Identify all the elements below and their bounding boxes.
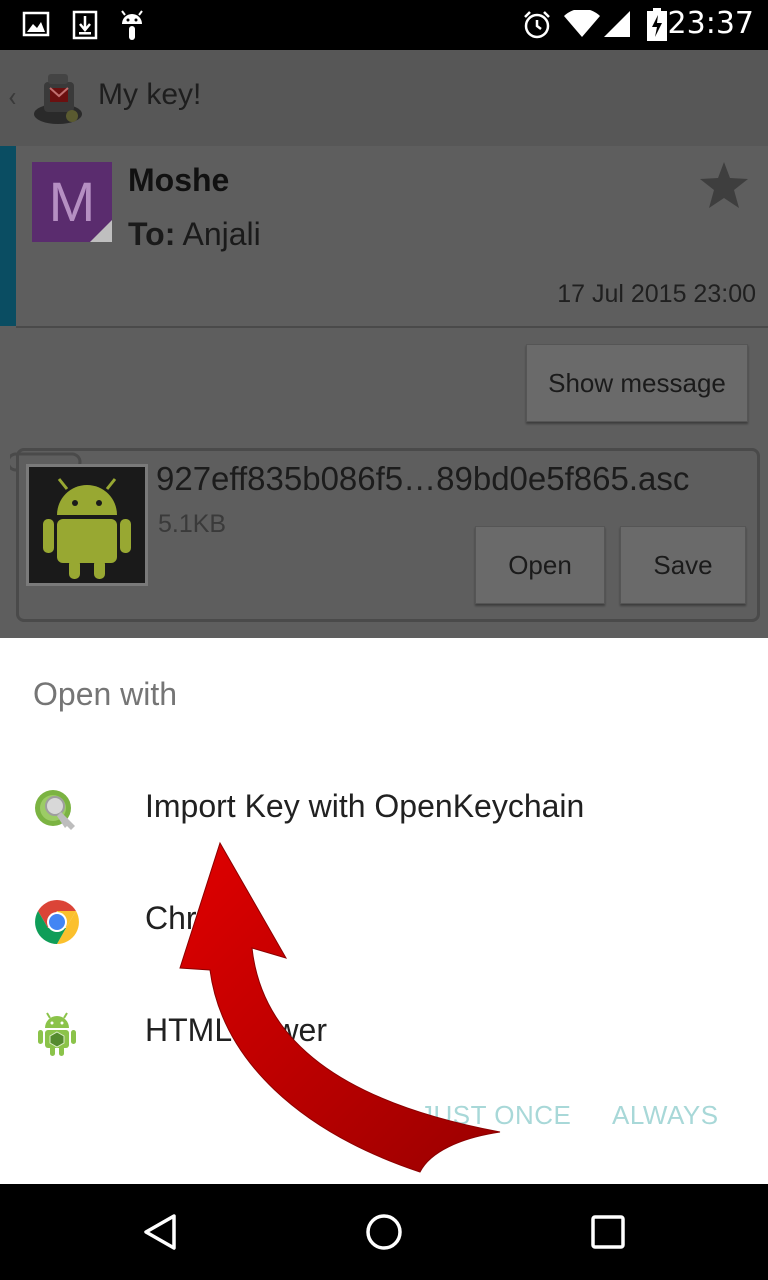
always-button[interactable]: ALWAYS <box>612 1100 719 1131</box>
status-bar: 23:37 <box>0 0 768 50</box>
attachment-size: 5.1KB <box>158 510 227 538</box>
recipient-name: Anjali <box>182 216 261 252</box>
back-icon[interactable]: ‹ <box>8 80 16 113</box>
open-attachment-button[interactable]: Open <box>475 526 605 604</box>
to-prefix: To: <box>128 216 176 252</box>
message-header: M Moshe To: Anjali 17 Jul 2015 23:00 <box>0 146 768 326</box>
avatar-corner <box>90 220 112 242</box>
image-icon <box>22 10 50 42</box>
app-option-openkeychain[interactable]: Import Key with OpenKeychain <box>0 752 768 864</box>
clock: 23:37 <box>667 6 754 41</box>
divider <box>16 326 768 328</box>
signal-icon <box>602 10 632 42</box>
app-option-label: Chrome <box>145 900 259 936</box>
avatar[interactable]: M <box>32 162 112 242</box>
accent-bar <box>0 146 16 326</box>
message-date: 17 Jul 2015 23:00 <box>557 280 756 308</box>
avatar-letter: M <box>48 170 96 233</box>
wifi-icon <box>564 8 600 42</box>
back-nav-icon[interactable] <box>140 1212 180 1256</box>
just-once-button[interactable]: JUST ONCE <box>420 1100 571 1131</box>
android-app-icon <box>33 1010 81 1058</box>
openkeychain-icon <box>33 786 81 834</box>
app-option-htmlviewer[interactable]: HTMLViewer <box>0 976 768 1088</box>
sender-name: Moshe <box>128 162 230 198</box>
recents-nav-icon[interactable] <box>588 1212 628 1256</box>
chrome-icon <box>33 898 81 946</box>
download-icon <box>72 10 98 44</box>
recipient-line: To: Anjali <box>128 216 261 253</box>
star-icon[interactable] <box>698 160 750 214</box>
attachment-filename: 927eff835b086f5…89bd0e5f865.asc <box>156 460 690 497</box>
home-nav-icon[interactable] <box>364 1212 404 1256</box>
navigation-bar <box>0 1184 768 1280</box>
open-with-dialog: Open with Import Key with OpenKeychain C… <box>0 638 768 1184</box>
alarm-icon <box>522 10 552 44</box>
app-option-label: Import Key with OpenKeychain <box>145 788 585 824</box>
dialog-title: Open with <box>33 676 178 712</box>
battery-icon <box>646 8 668 46</box>
android-icon <box>118 10 146 46</box>
action-bar: ‹ My key! <box>0 50 768 146</box>
save-attachment-button[interactable]: Save <box>620 526 746 604</box>
app-option-chrome[interactable]: Chrome <box>0 864 768 976</box>
app-option-label: HTMLViewer <box>145 1012 327 1048</box>
email-app-background: ‹ My key! M Moshe To: Anjali 17 Jul 2015… <box>0 50 768 638</box>
show-message-button[interactable]: Show message <box>526 344 748 422</box>
attachment-thumbnail[interactable] <box>26 464 148 586</box>
app-logo-icon[interactable] <box>28 68 88 128</box>
screen: 23:37 ‹ My key! M Moshe To: Anjali 17 Ju… <box>0 0 768 1280</box>
page-title: My key! <box>98 78 202 111</box>
